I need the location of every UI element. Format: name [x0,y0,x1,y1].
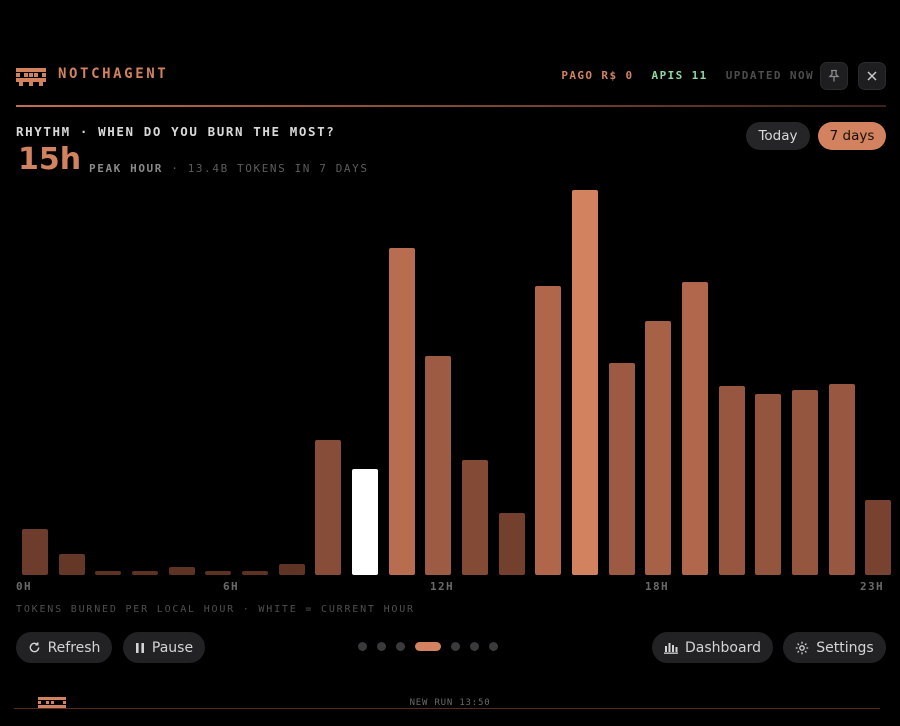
bar-hour-8 [315,440,342,575]
settings-label: Settings [816,639,874,656]
page-dot-5[interactable] [451,642,460,651]
status-apis: APIS 11 [651,69,708,82]
brand-name: NOTCHAGENT [58,66,169,82]
peak-tokens-text: · 13.4B TOKENS IN 7 DAYS [171,162,369,175]
range-today-button[interactable]: Today [746,122,810,150]
x-tick-23h: 23H [860,580,885,593]
bar-hour-3 [132,571,158,575]
pin-button[interactable] [820,62,848,90]
bar-chart-icon [664,643,679,654]
refresh-label: Refresh [47,639,101,656]
bar-hour-15 [572,190,598,575]
bar-hour-6 [242,571,268,575]
page-dot-4[interactable] [415,642,441,651]
x-tick-0h: 0H [16,580,33,593]
footer-status: NEW RUN 13:50 [409,698,491,708]
footer-divider [14,708,880,709]
bar-hour-2 [95,571,122,575]
pause-label: Pause [151,639,194,656]
bar-hour-13 [498,513,525,575]
x-tick-12h: 12H [430,580,455,593]
bar-hour-4 [168,567,195,575]
chart-caption: TOKENS BURNED PER LOCAL HOUR · WHITE = C… [16,604,415,615]
status-updated: UPDATED NOW [725,69,814,82]
header: NOTCHAGENT PAGO R$ 0 APIS 11 UPDATED NOW [16,60,886,94]
pause-icon [135,642,144,653]
pin-icon [828,69,840,82]
bar-hour-7 [278,564,305,575]
page-dot-2[interactable] [377,642,386,651]
bar-hour-11 [425,355,452,575]
page-dot-7[interactable] [489,642,498,651]
x-tick-18h: 18H [645,580,670,593]
bar-hour-1 [58,553,85,575]
dashboard-label: Dashboard [685,639,761,656]
status-bar: PAGO R$ 0 APIS 11 UPDATED NOW [551,69,814,82]
notchagent-logo [16,68,46,86]
hourly-bar-chart [16,180,892,575]
close-button[interactable] [858,62,886,90]
settings-button[interactable]: Settings [783,632,886,663]
gear-icon [796,641,809,654]
bar-hour-16 [608,363,635,575]
bar-hour-14 [535,286,562,575]
pause-button[interactable]: Pause [123,632,205,663]
bar-hour-22 [828,384,855,575]
status-pago: PAGO R$ 0 [561,69,634,82]
bar-hour-20 [755,394,782,575]
bar-hour-0 [22,528,48,575]
bar-hour-9 [352,469,378,575]
peak-label-text: PEAK HOUR [89,162,164,175]
page-dot-3[interactable] [396,642,405,651]
bar-hour-19 [718,386,745,575]
range-7-days-button[interactable]: 7 days [818,122,886,150]
bar-hour-18 [682,282,708,575]
peak-hour-label: PEAK HOUR · 13.4B TOKENS IN 7 DAYS [89,162,369,175]
header-divider [16,105,886,107]
page-dot-6[interactable] [470,642,479,651]
bar-hour-23 [865,499,892,575]
page-dot-1[interactable] [358,642,367,651]
close-icon [867,71,877,81]
bar-hour-12 [462,459,488,575]
notchagent-window: NOTCHAGENT PAGO R$ 0 APIS 11 UPDATED NOW… [0,0,900,726]
bar-hour-21 [792,390,818,575]
refresh-button[interactable]: Refresh [16,632,112,663]
x-tick-6h: 6H [223,580,240,593]
bar-hour-5 [205,571,232,575]
bar-hour-10 [388,247,415,575]
peak-hour-value: 15h [18,142,82,177]
bar-hour-17 [645,320,672,575]
dashboard-button[interactable]: Dashboard [652,632,773,663]
chart-title: RHYTHM · WHEN DO YOU BURN THE MOST? [16,124,336,139]
refresh-icon [29,642,39,653]
